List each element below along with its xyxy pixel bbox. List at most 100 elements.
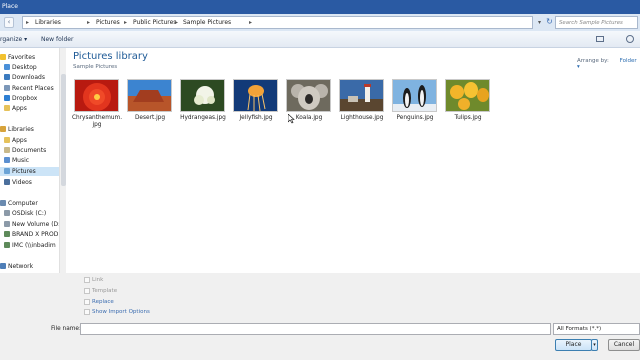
dropbox-icon bbox=[4, 95, 10, 101]
checkbox-box[interactable] bbox=[84, 299, 90, 305]
pictures-icon bbox=[4, 168, 10, 174]
nav-libraries[interactable]: Libraries bbox=[0, 125, 64, 134]
checkbox-box[interactable] bbox=[84, 309, 90, 315]
chrysanthemum-thumbnail bbox=[74, 79, 119, 112]
nav-item-label: Desktop bbox=[12, 64, 37, 71]
nav-network[interactable]: Network bbox=[0, 262, 64, 271]
computer-icon bbox=[0, 200, 6, 206]
jellyfish-thumbnail bbox=[233, 79, 278, 112]
navigation-pane: Favorites Desktop Downloads Recent Place… bbox=[0, 48, 66, 273]
nav-item-new-volume[interactable]: New Volume (D: bbox=[0, 220, 64, 229]
nav-item-dropbox[interactable]: Dropbox bbox=[0, 94, 64, 103]
file-name-label: File name: bbox=[51, 326, 81, 332]
nav-item-osdisk[interactable]: OSDisk (C:) bbox=[0, 209, 64, 218]
breadcrumb-pictures[interactable]: Pictures bbox=[96, 19, 120, 26]
network-drive-icon bbox=[4, 242, 10, 248]
file-format-select[interactable]: All Formats (*.*) bbox=[553, 323, 640, 335]
nav-item-label: Pictures bbox=[12, 168, 36, 175]
nav-item-documents[interactable]: Documents bbox=[0, 146, 64, 155]
nav-item-pictures[interactable]: Pictures bbox=[0, 167, 64, 176]
nav-item-label: Music bbox=[12, 157, 30, 164]
checkbox-box[interactable] bbox=[84, 277, 90, 283]
nav-item-label: Recent Places bbox=[12, 85, 54, 92]
address-bar[interactable]: ▸ Libraries ▸ Pictures ▸ Public Pictures… bbox=[22, 16, 533, 29]
new-folder-button[interactable]: New folder bbox=[41, 36, 73, 43]
help-icon[interactable] bbox=[626, 35, 634, 43]
file-koala[interactable]: Koala.jpg bbox=[282, 79, 334, 135]
breadcrumb-separator: ▸ bbox=[175, 19, 179, 26]
nav-item-label: IMC (\\inbadim bbox=[12, 242, 56, 249]
nav-item-music[interactable]: Music bbox=[0, 156, 64, 165]
network-icon bbox=[0, 263, 6, 269]
change-view-icon[interactable] bbox=[596, 36, 604, 42]
back-icon[interactable]: ‹ bbox=[4, 17, 14, 28]
desktop-icon bbox=[4, 64, 10, 70]
penguins-thumbnail bbox=[392, 79, 437, 112]
arrange-by[interactable]: Arrange by: Folder ▾ bbox=[577, 58, 640, 70]
address-bar-row: ‹ ▸ Libraries ▸ Pictures ▸ Public Pictur… bbox=[0, 14, 640, 31]
music-icon bbox=[4, 157, 10, 163]
nav-item-videos[interactable]: Videos bbox=[0, 178, 64, 187]
nav-item-recent-places[interactable]: Recent Places bbox=[0, 84, 64, 93]
breadcrumb-separator: ▸ bbox=[124, 19, 128, 26]
refresh-icon[interactable]: ↻ bbox=[545, 16, 554, 29]
folder-icon bbox=[4, 137, 10, 143]
downloads-icon bbox=[4, 74, 10, 80]
nav-item-desktop[interactable]: Desktop bbox=[0, 63, 64, 72]
nav-header-label: Favorites bbox=[8, 54, 36, 61]
nav-item-brand-x[interactable]: BRAND X PROD bbox=[0, 230, 64, 239]
show-import-options-label: Show Import Options bbox=[92, 309, 150, 315]
breadcrumb-public-pictures[interactable]: Public Pictures bbox=[133, 19, 176, 26]
nav-item-label: OSDisk (C:) bbox=[12, 210, 47, 217]
nav-item-label: BRAND X PROD bbox=[12, 231, 59, 238]
cancel-button[interactable]: Cancel bbox=[608, 339, 640, 351]
file-tulips[interactable]: Tulips.jpg bbox=[441, 79, 493, 135]
nav-item-apps-favorite[interactable]: Apps bbox=[0, 104, 64, 113]
library-title: Pictures library bbox=[73, 51, 148, 62]
recent-places-icon bbox=[4, 85, 10, 91]
place-button[interactable]: Place bbox=[555, 339, 592, 351]
nav-header-label: Computer bbox=[8, 200, 38, 207]
breadcrumb-libraries[interactable]: Libraries bbox=[35, 19, 61, 26]
file-label: Lighthouse.jpg bbox=[340, 115, 384, 121]
address-history-dropdown[interactable]: ▾ bbox=[535, 16, 544, 29]
nav-item-apps-library[interactable]: Apps bbox=[0, 136, 64, 145]
nav-item-label: Downloads bbox=[12, 74, 45, 81]
place-dropdown-button[interactable]: ▾ bbox=[591, 339, 598, 351]
checkbox-box[interactable] bbox=[84, 288, 90, 294]
file-penguins[interactable]: Penguins.jpg bbox=[388, 79, 440, 135]
file-lighthouse[interactable]: Lighthouse.jpg bbox=[335, 79, 387, 135]
nav-favorites[interactable]: Favorites bbox=[0, 53, 64, 62]
documents-icon bbox=[4, 147, 10, 153]
search-placeholder: Search Sample Pictures bbox=[559, 20, 623, 26]
nav-item-downloads[interactable]: Downloads bbox=[0, 73, 64, 82]
search-input[interactable]: Search Sample Pictures bbox=[555, 16, 638, 29]
nav-header-label: Network bbox=[8, 263, 34, 270]
network-drive-icon bbox=[4, 231, 10, 237]
title-bar: Place bbox=[0, 0, 640, 14]
koala-thumbnail bbox=[286, 79, 331, 112]
drive-icon bbox=[4, 210, 10, 216]
nav-item-label: New Volume (D: bbox=[12, 221, 61, 228]
nav-item-imc[interactable]: IMC (\\inbadim bbox=[0, 241, 64, 250]
file-hydrangeas[interactable]: Hydrangeas.jpg bbox=[176, 79, 228, 135]
file-label: Chrysanthemum. jpg bbox=[71, 115, 123, 128]
desert-thumbnail bbox=[127, 79, 172, 112]
file-chrysanthemum[interactable]: Chrysanthemum. jpg bbox=[70, 79, 122, 135]
tulips-thumbnail bbox=[445, 79, 490, 112]
libraries-icon bbox=[0, 126, 6, 132]
file-desert[interactable]: Desert.jpg bbox=[123, 79, 175, 135]
nav-item-label: Videos bbox=[12, 179, 32, 186]
dialog-footer: File name: All Formats (*.*) Place ▾ Can… bbox=[0, 319, 640, 360]
file-jellyfish[interactable]: Jellyfish.jpg bbox=[229, 79, 281, 135]
nav-computer[interactable]: Computer bbox=[0, 199, 64, 208]
organize-button[interactable]: rganize ▾ bbox=[0, 36, 27, 43]
template-label: Template bbox=[92, 288, 118, 294]
file-name-input[interactable] bbox=[80, 323, 551, 335]
file-list-pane: Pictures library Sample Pictures Arrange… bbox=[66, 48, 640, 273]
file-label: Jellyfish.jpg bbox=[239, 115, 273, 121]
link-label: Link bbox=[92, 277, 104, 283]
star-icon bbox=[0, 54, 6, 60]
nav-scrollbar[interactable] bbox=[59, 48, 66, 273]
breadcrumb-sample-pictures[interactable]: Sample Pictures bbox=[183, 19, 231, 26]
